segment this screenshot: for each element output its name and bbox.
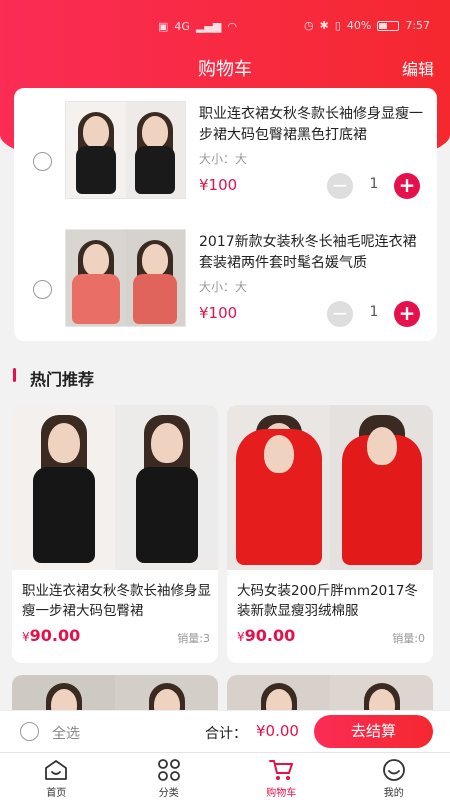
status-left: ▣ 4G ▂▄▆ ◠ — [158, 21, 237, 33]
product-price: ¥90.00 — [237, 626, 295, 645]
face-shape — [142, 116, 169, 148]
model-photo — [125, 102, 185, 198]
checkout-button[interactable]: 去结算 — [314, 715, 433, 748]
dress-shape — [135, 146, 176, 194]
price-value: 90.00 — [29, 626, 81, 645]
total-label: 合计： — [205, 726, 247, 742]
decrease-quantity-button[interactable]: − — [327, 301, 353, 327]
product-thumbnail[interactable] — [65, 101, 186, 199]
model-photo — [12, 405, 115, 570]
tab-bar: 首页 分类 购物车 我的 — [0, 752, 450, 800]
battery-icon — [377, 21, 400, 31]
item-spec: 大小：大 — [199, 280, 248, 294]
bluetooth-icon: ✱ — [319, 19, 329, 32]
cart-list: 职业连衣裙女秋冬款长袖修身显瘦一步裙大码包臀裙黑色打底裙 大小：大 ¥100 −… — [14, 88, 437, 341]
product-image[interactable] — [227, 405, 433, 570]
sim-icon: ▣ — [158, 20, 169, 33]
page-title: 购物车 — [198, 59, 252, 80]
battery-percent: 40% — [346, 19, 372, 32]
cart-item: 2017新款女装秋冬长袖毛呢连衣裙套装裙两件套时髦名媛气质 大小：大 ¥100 … — [14, 226, 437, 346]
alarm-icon: ◷ — [304, 19, 314, 32]
status-right: ◷ ✱ ▯ 40% 7:57 — [304, 20, 430, 32]
price-value: 90.00 — [244, 626, 296, 645]
increase-quantity-button[interactable]: + — [394, 173, 420, 199]
face-shape — [142, 244, 169, 276]
tab-category[interactable]: 分类 — [113, 753, 226, 800]
cart-icon — [269, 760, 294, 780]
coat-shape — [71, 274, 120, 324]
vibrate-icon: ▯ — [334, 19, 341, 32]
edit-button[interactable]: 编辑 — [402, 56, 434, 80]
checkout-bar: 全选 合计： ¥0.00 去结算 — [0, 710, 450, 752]
tab-profile[interactable]: 我的 — [338, 753, 450, 800]
currency-symbol: ¥ — [237, 630, 245, 644]
model-photo — [125, 230, 185, 326]
increase-quantity-button[interactable]: + — [394, 301, 420, 327]
model-photo — [66, 102, 126, 198]
product-title: 大码女装200斤胖mm2017冬装新款显瘦羽绒棉服 — [237, 583, 418, 619]
product-title: 职业连衣裙女秋冬款长袖修身显瘦一步裙大码包臀裙 — [22, 583, 211, 619]
decrease-quantity-button[interactable]: − — [327, 173, 353, 199]
face-shape — [47, 423, 80, 463]
tab-cart[interactable]: 购物车 — [225, 753, 338, 800]
select-all-label[interactable]: 全选 — [52, 723, 80, 743]
tab-label: 购物车 — [266, 788, 297, 799]
home-icon — [45, 760, 68, 780]
face-shape — [82, 116, 109, 148]
select-all-checkbox[interactable] — [20, 722, 39, 741]
item-title[interactable]: 职业连衣裙女秋冬款长袖修身显瘦一步裙大码包臀裙黑色打底裙 — [199, 104, 424, 146]
tab-label: 首页 — [46, 788, 67, 799]
quantity-value: 1 — [369, 176, 379, 192]
tab-label: 分类 — [158, 788, 179, 799]
signal-bars-icon: ▂▄▆ — [195, 20, 222, 33]
model-photo — [330, 405, 433, 570]
item-price: ¥100 — [199, 176, 238, 194]
sales-count: 销量:0 — [392, 632, 425, 645]
category-icon — [157, 759, 180, 781]
recommend-card[interactable]: 职业连衣裙女秋冬款长袖修身显瘦一步裙大码包臀裙 ¥90.00 销量:3 — [12, 405, 218, 663]
clock: 7:57 — [405, 19, 431, 32]
signal-icon: 4G — [174, 20, 190, 33]
recommend-card[interactable]: 大码女装200斤胖mm2017冬装新款显瘦羽绒棉服 ¥90.00 销量:0 — [227, 405, 433, 663]
total-amount: ¥0.00 — [256, 722, 299, 740]
section-title: 热门推荐 — [30, 370, 95, 389]
wifi-icon: ◠ — [227, 20, 237, 33]
dress-shape — [133, 274, 178, 324]
profile-icon — [382, 759, 405, 781]
tab-label: 我的 — [383, 788, 404, 799]
tab-home[interactable]: 首页 — [0, 753, 113, 800]
cart-item: 职业连衣裙女秋冬款长袖修身显瘦一步裙大码包臀裙黑色打底裙 大小：大 ¥100 −… — [14, 98, 437, 218]
dress-shape — [75, 146, 116, 194]
item-title[interactable]: 2017新款女装秋冬长袖毛呢连衣裙套装裙两件套时髦名媛气质 — [199, 232, 424, 274]
item-spec: 大小：大 — [199, 152, 248, 166]
currency-symbol: ¥ — [22, 630, 30, 644]
face-shape — [82, 244, 109, 276]
sales-count: 销量:3 — [177, 632, 210, 645]
status-bar: ▣ 4G ▂▄▆ ◠ ◷ ✱ ▯ 40% 7:57 — [0, 0, 450, 33]
face-shape — [366, 427, 397, 465]
product-thumbnail[interactable] — [65, 229, 186, 327]
model-photo — [66, 230, 126, 326]
item-select-checkbox[interactable] — [33, 152, 52, 171]
dress-shape — [32, 467, 95, 563]
item-select-checkbox[interactable] — [33, 280, 52, 299]
product-image[interactable] — [12, 405, 218, 570]
item-price: ¥100 — [199, 304, 238, 322]
product-price: ¥90.00 — [22, 626, 80, 645]
model-photo — [227, 405, 330, 570]
quantity-value: 1 — [369, 304, 379, 320]
dress-shape — [135, 467, 198, 563]
face-shape — [150, 423, 183, 463]
section-marker — [13, 368, 16, 382]
model-photo — [115, 405, 218, 570]
face-shape — [263, 435, 294, 473]
